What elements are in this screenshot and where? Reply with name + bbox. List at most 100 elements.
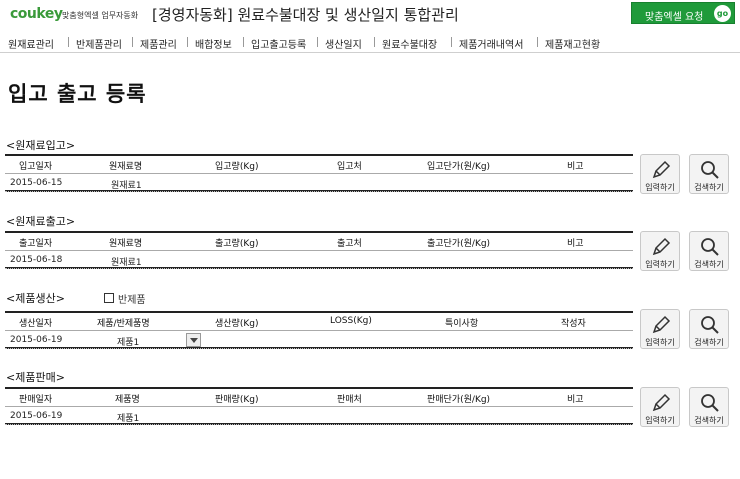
nav-separator xyxy=(243,37,244,47)
search-button-label: 검색하기 xyxy=(694,260,724,269)
raw-in-table: 입고일자 원재료명 입고량(Kg) 입고처 입고단가(원/Kg) 비고 2015… xyxy=(5,154,633,192)
column-header: 입고량(Kg) xyxy=(215,162,259,172)
input-button-label: 입력하기 xyxy=(645,338,675,347)
main-nav: 원재료관리 반제품관리 제품관리 배합정보 입고출고등록 생산일지 원료수불대장… xyxy=(0,31,740,53)
nav-item-mixing-info[interactable]: 배합정보 xyxy=(195,36,232,51)
column-header: 생산일자 xyxy=(19,319,53,329)
column-header: 비고 xyxy=(567,239,584,249)
material-name-cell[interactable]: 원재료1 xyxy=(111,178,142,191)
nav-item-production-log[interactable]: 생산일지 xyxy=(325,36,362,51)
search-button[interactable]: 검색하기 xyxy=(689,387,729,427)
pencil-icon xyxy=(652,315,671,334)
request-button-label: 맞춤엑셀 요청 xyxy=(645,12,704,23)
sales-table: 판매일자 제품명 판매량(Kg) 판매처 판매단가(원/Kg) 비고 2015-… xyxy=(5,387,633,425)
date-cell[interactable]: 2015-06-19 xyxy=(10,411,62,421)
product-dropdown-button[interactable] xyxy=(186,333,201,347)
section-title-raw-out: <원재료출고> xyxy=(6,215,76,228)
nav-separator xyxy=(68,37,69,47)
column-header: 비고 xyxy=(567,395,584,405)
magnifier-icon xyxy=(701,316,719,334)
brand-logo[interactable]: coukey xyxy=(10,6,63,22)
column-header: 입고일자 xyxy=(19,162,53,172)
date-cell[interactable]: 2015-06-19 xyxy=(10,335,62,345)
brand-tagline: 맞춤형엑셀 업무자동화 xyxy=(62,11,139,20)
nav-item-stock-in-out[interactable]: 입고출고등록 xyxy=(251,36,306,51)
input-button-label: 입력하기 xyxy=(645,260,675,269)
input-button-label: 입력하기 xyxy=(645,183,675,192)
input-button[interactable]: 입력하기 xyxy=(640,387,680,427)
nav-item-raw-materials[interactable]: 원재료관리 xyxy=(8,36,54,51)
column-header: 원재료명 xyxy=(109,162,143,172)
nav-item-product-inventory[interactable]: 제품재고현황 xyxy=(545,36,600,51)
date-cell[interactable]: 2015-06-18 xyxy=(10,255,62,265)
table-header: 생산일자 제품/반제품명 생산량(Kg) LOSS(Kg) 특이사항 작성자 xyxy=(5,313,633,331)
section-title-sales: <제품판매> xyxy=(6,371,65,384)
page-title: 입고 출고 등록 xyxy=(8,82,147,106)
nav-item-material-ledger[interactable]: 원료수불대장 xyxy=(382,36,437,51)
table-row: 2015-06-18 원재료1 xyxy=(5,251,633,269)
column-header: 출고처 xyxy=(337,239,362,249)
column-header: 판매일자 xyxy=(19,395,53,405)
table-row: 2015-06-19 제품1 xyxy=(5,331,633,349)
search-button[interactable]: 검색하기 xyxy=(689,154,729,194)
column-header: 판매단가(원/Kg) xyxy=(427,395,491,405)
search-button-label: 검색하기 xyxy=(694,338,724,347)
magnifier-icon xyxy=(701,238,719,256)
column-header: 입고처 xyxy=(337,162,362,172)
column-header: 제품/반제품명 xyxy=(97,319,150,329)
input-button-label: 입력하기 xyxy=(645,416,675,425)
pencil-icon xyxy=(652,237,671,256)
input-button[interactable]: 입력하기 xyxy=(640,231,680,271)
search-button-label: 검색하기 xyxy=(694,183,724,192)
column-header: 출고일자 xyxy=(19,239,53,249)
custom-excel-request-button[interactable]: 맞춤엑셀 요청 go xyxy=(631,2,735,24)
pencil-icon xyxy=(652,160,671,179)
nav-separator xyxy=(537,37,538,47)
date-cell[interactable]: 2015-06-15 xyxy=(10,178,62,188)
magnifier-icon xyxy=(701,394,719,412)
section-title-production: <제품생산> xyxy=(6,292,65,305)
nav-item-product-transactions[interactable]: 제품거래내역서 xyxy=(459,36,523,51)
semi-product-checkbox-label: 반제품 xyxy=(118,295,146,306)
nav-item-products[interactable]: 제품관리 xyxy=(140,36,177,51)
table-header: 판매일자 제품명 판매량(Kg) 판매처 판매단가(원/Kg) 비고 xyxy=(5,389,633,407)
column-header: 판매처 xyxy=(337,395,362,405)
pencil-icon xyxy=(652,393,671,412)
app-title: [경영자동화] 원료수불대장 및 생산일지 통합관리 xyxy=(152,6,459,24)
table-header: 출고일자 원재료명 출고량(Kg) 출고처 출고단가(원/Kg) 비고 xyxy=(5,233,633,251)
production-table: 생산일자 제품/반제품명 생산량(Kg) LOSS(Kg) 특이사항 작성자 2… xyxy=(5,311,633,349)
nav-separator xyxy=(132,37,133,47)
magnifier-icon xyxy=(701,161,719,179)
material-name-cell[interactable]: 원재료1 xyxy=(111,255,142,268)
nav-separator xyxy=(374,37,375,47)
input-button[interactable]: 입력하기 xyxy=(640,154,680,194)
nav-separator xyxy=(317,37,318,47)
table-row: 2015-06-15 원재료1 xyxy=(5,174,633,192)
section-title-raw-in: <원재료입고> xyxy=(6,139,76,152)
nav-item-semi-products[interactable]: 반제품관리 xyxy=(76,36,122,51)
product-name-cell[interactable]: 제품1 xyxy=(117,335,139,348)
nav-separator xyxy=(451,37,452,47)
column-header: 출고량(Kg) xyxy=(215,239,259,249)
column-header: 생산량(Kg) xyxy=(215,319,259,329)
search-button-label: 검색하기 xyxy=(694,416,724,425)
column-header: 입고단가(원/Kg) xyxy=(427,162,491,172)
column-header: 원재료명 xyxy=(109,239,143,249)
search-button[interactable]: 검색하기 xyxy=(689,309,729,349)
column-header: 출고단가(원/Kg) xyxy=(427,239,491,249)
table-header: 입고일자 원재료명 입고량(Kg) 입고처 입고단가(원/Kg) 비고 xyxy=(5,156,633,174)
column-header: 판매량(Kg) xyxy=(215,395,259,405)
column-header: 작성자 xyxy=(561,319,586,329)
semi-product-checkbox[interactable] xyxy=(104,293,114,303)
column-header: 제품명 xyxy=(115,395,140,405)
top-bar: coukey 맞춤형엑셀 업무자동화 [경영자동화] 원료수불대장 및 생산일지… xyxy=(0,0,740,30)
nav-separator xyxy=(187,37,188,47)
column-header: LOSS(Kg) xyxy=(330,316,372,326)
search-button[interactable]: 검색하기 xyxy=(689,231,729,271)
raw-out-table: 출고일자 원재료명 출고량(Kg) 출고처 출고단가(원/Kg) 비고 2015… xyxy=(5,231,633,269)
column-header: 비고 xyxy=(567,162,584,172)
product-name-cell[interactable]: 제품1 xyxy=(117,411,139,424)
input-button[interactable]: 입력하기 xyxy=(640,309,680,349)
go-icon: go xyxy=(714,5,731,22)
column-header: 특이사항 xyxy=(445,319,479,329)
